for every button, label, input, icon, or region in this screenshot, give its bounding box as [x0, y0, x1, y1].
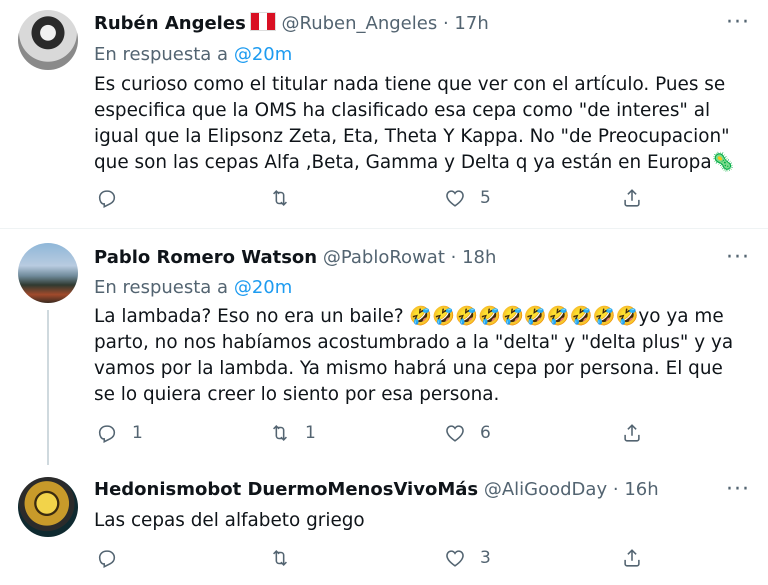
like-button[interactable]: 6	[444, 422, 491, 444]
retweet-button[interactable]: 1	[269, 422, 316, 444]
reply-prefix: En respuesta a	[94, 277, 234, 298]
timestamp[interactable]: 18h	[462, 247, 496, 268]
reply-icon	[98, 550, 116, 568]
avatar[interactable]	[18, 477, 78, 537]
reply-icon	[98, 425, 116, 443]
reply-context: En respuesta a @20m	[94, 44, 292, 65]
tweet-header: Pablo Romero Watson @PabloRowat · 18h	[94, 247, 496, 268]
avatar[interactable]	[18, 243, 78, 303]
reply-mention-link[interactable]: @20m	[234, 277, 292, 298]
like-count: 5	[480, 188, 491, 208]
like-button[interactable]: 3	[444, 547, 491, 569]
peru-flag-icon	[249, 12, 276, 31]
separator-dot: ·	[450, 247, 457, 268]
retweet-icon	[273, 550, 287, 566]
retweet-icon	[273, 425, 287, 441]
share-icon	[624, 424, 640, 442]
more-options-icon[interactable]: ···	[726, 245, 750, 270]
tweet-text: Es curioso como el titular nada tiene qu…	[94, 74, 735, 173]
tweet-header: Hedonismobot DuermoMenosVivoMás @AliGood…	[94, 479, 659, 500]
action-bar: 3	[94, 547, 654, 573]
more-options-icon[interactable]: ···	[726, 477, 750, 502]
retweet-button[interactable]	[269, 547, 305, 569]
share-button[interactable]	[621, 187, 643, 209]
retweet-icon	[273, 190, 287, 206]
heart-icon	[446, 190, 464, 207]
reply-prefix: En respuesta a	[94, 44, 234, 65]
action-bar: 1 1 6	[94, 422, 654, 448]
user-handle[interactable]: @PabloRowat	[323, 247, 445, 268]
tweet[interactable]: Pablo Romero Watson @PabloRowat · 18h ··…	[0, 229, 768, 465]
reply-context: En respuesta a @20m	[94, 277, 292, 298]
timestamp[interactable]: 17h	[454, 13, 488, 34]
user-name[interactable]: Rubén Angeles	[94, 13, 246, 34]
user-handle[interactable]: @AliGoodDay	[484, 479, 607, 500]
tweet-text: Las cepas del alfabeto griego	[94, 510, 365, 531]
user-handle[interactable]: @Ruben_Angeles	[282, 13, 438, 34]
heart-icon	[446, 425, 464, 442]
user-name[interactable]: Hedonismobot DuermoMenosVivoMás	[94, 479, 478, 500]
like-count: 6	[480, 423, 491, 443]
tweet[interactable]: Hedonismobot DuermoMenosVivoMás @AliGood…	[0, 465, 768, 585]
reply-button[interactable]	[96, 547, 132, 569]
tweet-text: La lambada? Eso no era un baile? 🤣🤣🤣🤣🤣🤣🤣…	[94, 306, 734, 405]
action-bar: 5	[94, 187, 654, 213]
share-button[interactable]	[621, 547, 643, 569]
timestamp[interactable]: 16h	[624, 479, 658, 500]
share-button[interactable]	[621, 422, 643, 444]
retweet-button[interactable]	[269, 187, 305, 209]
tweet[interactable]: Rubén Angeles @Ruben_Angeles · 17h ··· E…	[0, 0, 768, 224]
reply-button[interactable]: 1	[96, 422, 143, 444]
retweet-count: 1	[305, 423, 316, 443]
thread-connector-line	[47, 310, 49, 465]
share-icon	[624, 189, 640, 207]
separator-dot: ·	[442, 13, 449, 34]
reply-icon	[98, 190, 116, 208]
reply-mention-link[interactable]: @20m	[234, 44, 292, 65]
separator-dot: ·	[612, 479, 619, 500]
reply-button[interactable]	[96, 187, 132, 209]
more-options-icon[interactable]: ···	[726, 10, 750, 35]
heart-icon	[446, 550, 464, 567]
share-icon	[624, 549, 640, 567]
tweet-header: Rubén Angeles @Ruben_Angeles · 17h	[94, 12, 489, 34]
user-name[interactable]: Pablo Romero Watson	[94, 247, 317, 268]
like-count: 3	[480, 548, 491, 568]
avatar[interactable]	[18, 10, 78, 70]
like-button[interactable]: 5	[444, 187, 491, 209]
reply-count: 1	[132, 423, 143, 443]
